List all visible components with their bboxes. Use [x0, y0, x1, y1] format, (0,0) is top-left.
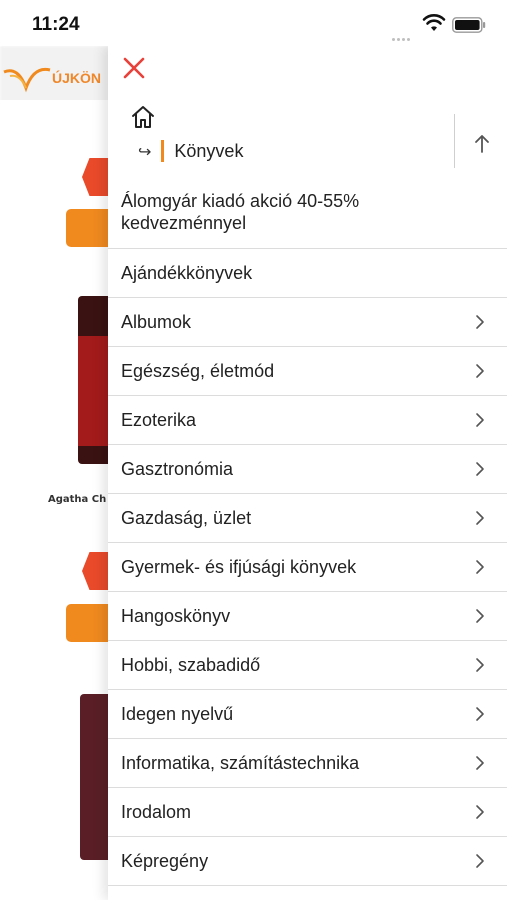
category-item[interactable]: Idegen nyelvű: [108, 690, 507, 739]
chevron-right-icon: [476, 707, 484, 721]
category-item[interactable]: Gyermek- és ifjúsági könyvek: [108, 543, 507, 592]
chevron-right-icon: [476, 315, 484, 329]
chevron-right-icon: [476, 854, 484, 868]
category-label: Gasztronómia: [121, 459, 234, 479]
status-time: 11:24: [32, 14, 80, 35]
category-item[interactable]: Gazdaság, üzlet: [108, 494, 507, 543]
product-author: Agatha Ch: [48, 494, 107, 505]
chevron-right-icon: [476, 560, 484, 574]
category-label: Idegen nyelvű: [121, 704, 234, 724]
category-label: Hobbi, szabadidő: [121, 655, 261, 675]
category-label: Ajándékkönyvek: [121, 263, 253, 283]
category-item[interactable]: Irodalom: [108, 788, 507, 837]
category-label: Irodalom: [121, 802, 192, 822]
category-item[interactable]: Albumok: [108, 298, 507, 347]
category-item[interactable]: Gasztronómia: [108, 445, 507, 494]
category-item[interactable]: Ajándékkönyvek: [108, 249, 507, 298]
cellular-signal-icon: [392, 26, 418, 41]
category-list: Álomgyár kiadó akció 40-55% kedvezménnye…: [108, 176, 507, 886]
category-label: Álomgyár kiadó akció 40-55% kedvezménnye…: [121, 191, 360, 233]
category-label: Egészség, életmód: [121, 361, 275, 381]
wifi-icon: [422, 14, 446, 31]
category-drawer: ↪ Könyvek Álomgyár kiadó akció 40-55% ke…: [108, 46, 507, 900]
chevron-right-icon: [476, 756, 484, 770]
chevron-right-icon: [476, 511, 484, 525]
chevron-right-icon: [476, 658, 484, 672]
home-icon[interactable]: [130, 104, 156, 130]
breadcrumb-current[interactable]: Könyvek: [174, 141, 243, 162]
close-icon[interactable]: [120, 54, 148, 82]
chevron-right-icon: [476, 364, 484, 378]
category-item[interactable]: Hobbi, szabadidő: [108, 641, 507, 690]
chevron-right-icon: [476, 805, 484, 819]
category-label: Hangoskönyv: [121, 606, 231, 626]
status-bar: 11:24: [0, 0, 507, 46]
category-label: Képregény: [121, 851, 209, 871]
category-label: Albumok: [121, 312, 192, 332]
category-label: Informatika, számítástechnika: [121, 753, 360, 773]
category-item[interactable]: Informatika, számítástechnika: [108, 739, 507, 788]
arrow-up-icon[interactable]: [468, 130, 496, 158]
category-item[interactable]: Ezoterika: [108, 396, 507, 445]
header-divider: [454, 114, 455, 168]
chevron-right-icon: [476, 413, 484, 427]
category-item[interactable]: Képregény: [108, 837, 507, 886]
breadcrumb: ↪ Könyvek: [138, 138, 243, 164]
category-item[interactable]: Álomgyár kiadó akció 40-55% kedvezménnye…: [108, 176, 507, 249]
category-label: Gyermek- és ifjúsági könyvek: [121, 557, 357, 577]
category-label: Ezoterika: [121, 410, 197, 430]
battery-icon: [452, 17, 486, 33]
breadcrumb-accent: [161, 140, 165, 162]
background-logo-text: ÚJKÖN: [52, 70, 102, 86]
category-label: Gazdaság, üzlet: [121, 508, 252, 528]
chevron-right-icon: [476, 609, 484, 623]
category-item[interactable]: Egészség, életmód: [108, 347, 507, 396]
return-arrow-icon: ↪: [138, 141, 152, 161]
category-item[interactable]: Hangoskönyv: [108, 592, 507, 641]
chevron-right-icon: [476, 462, 484, 476]
